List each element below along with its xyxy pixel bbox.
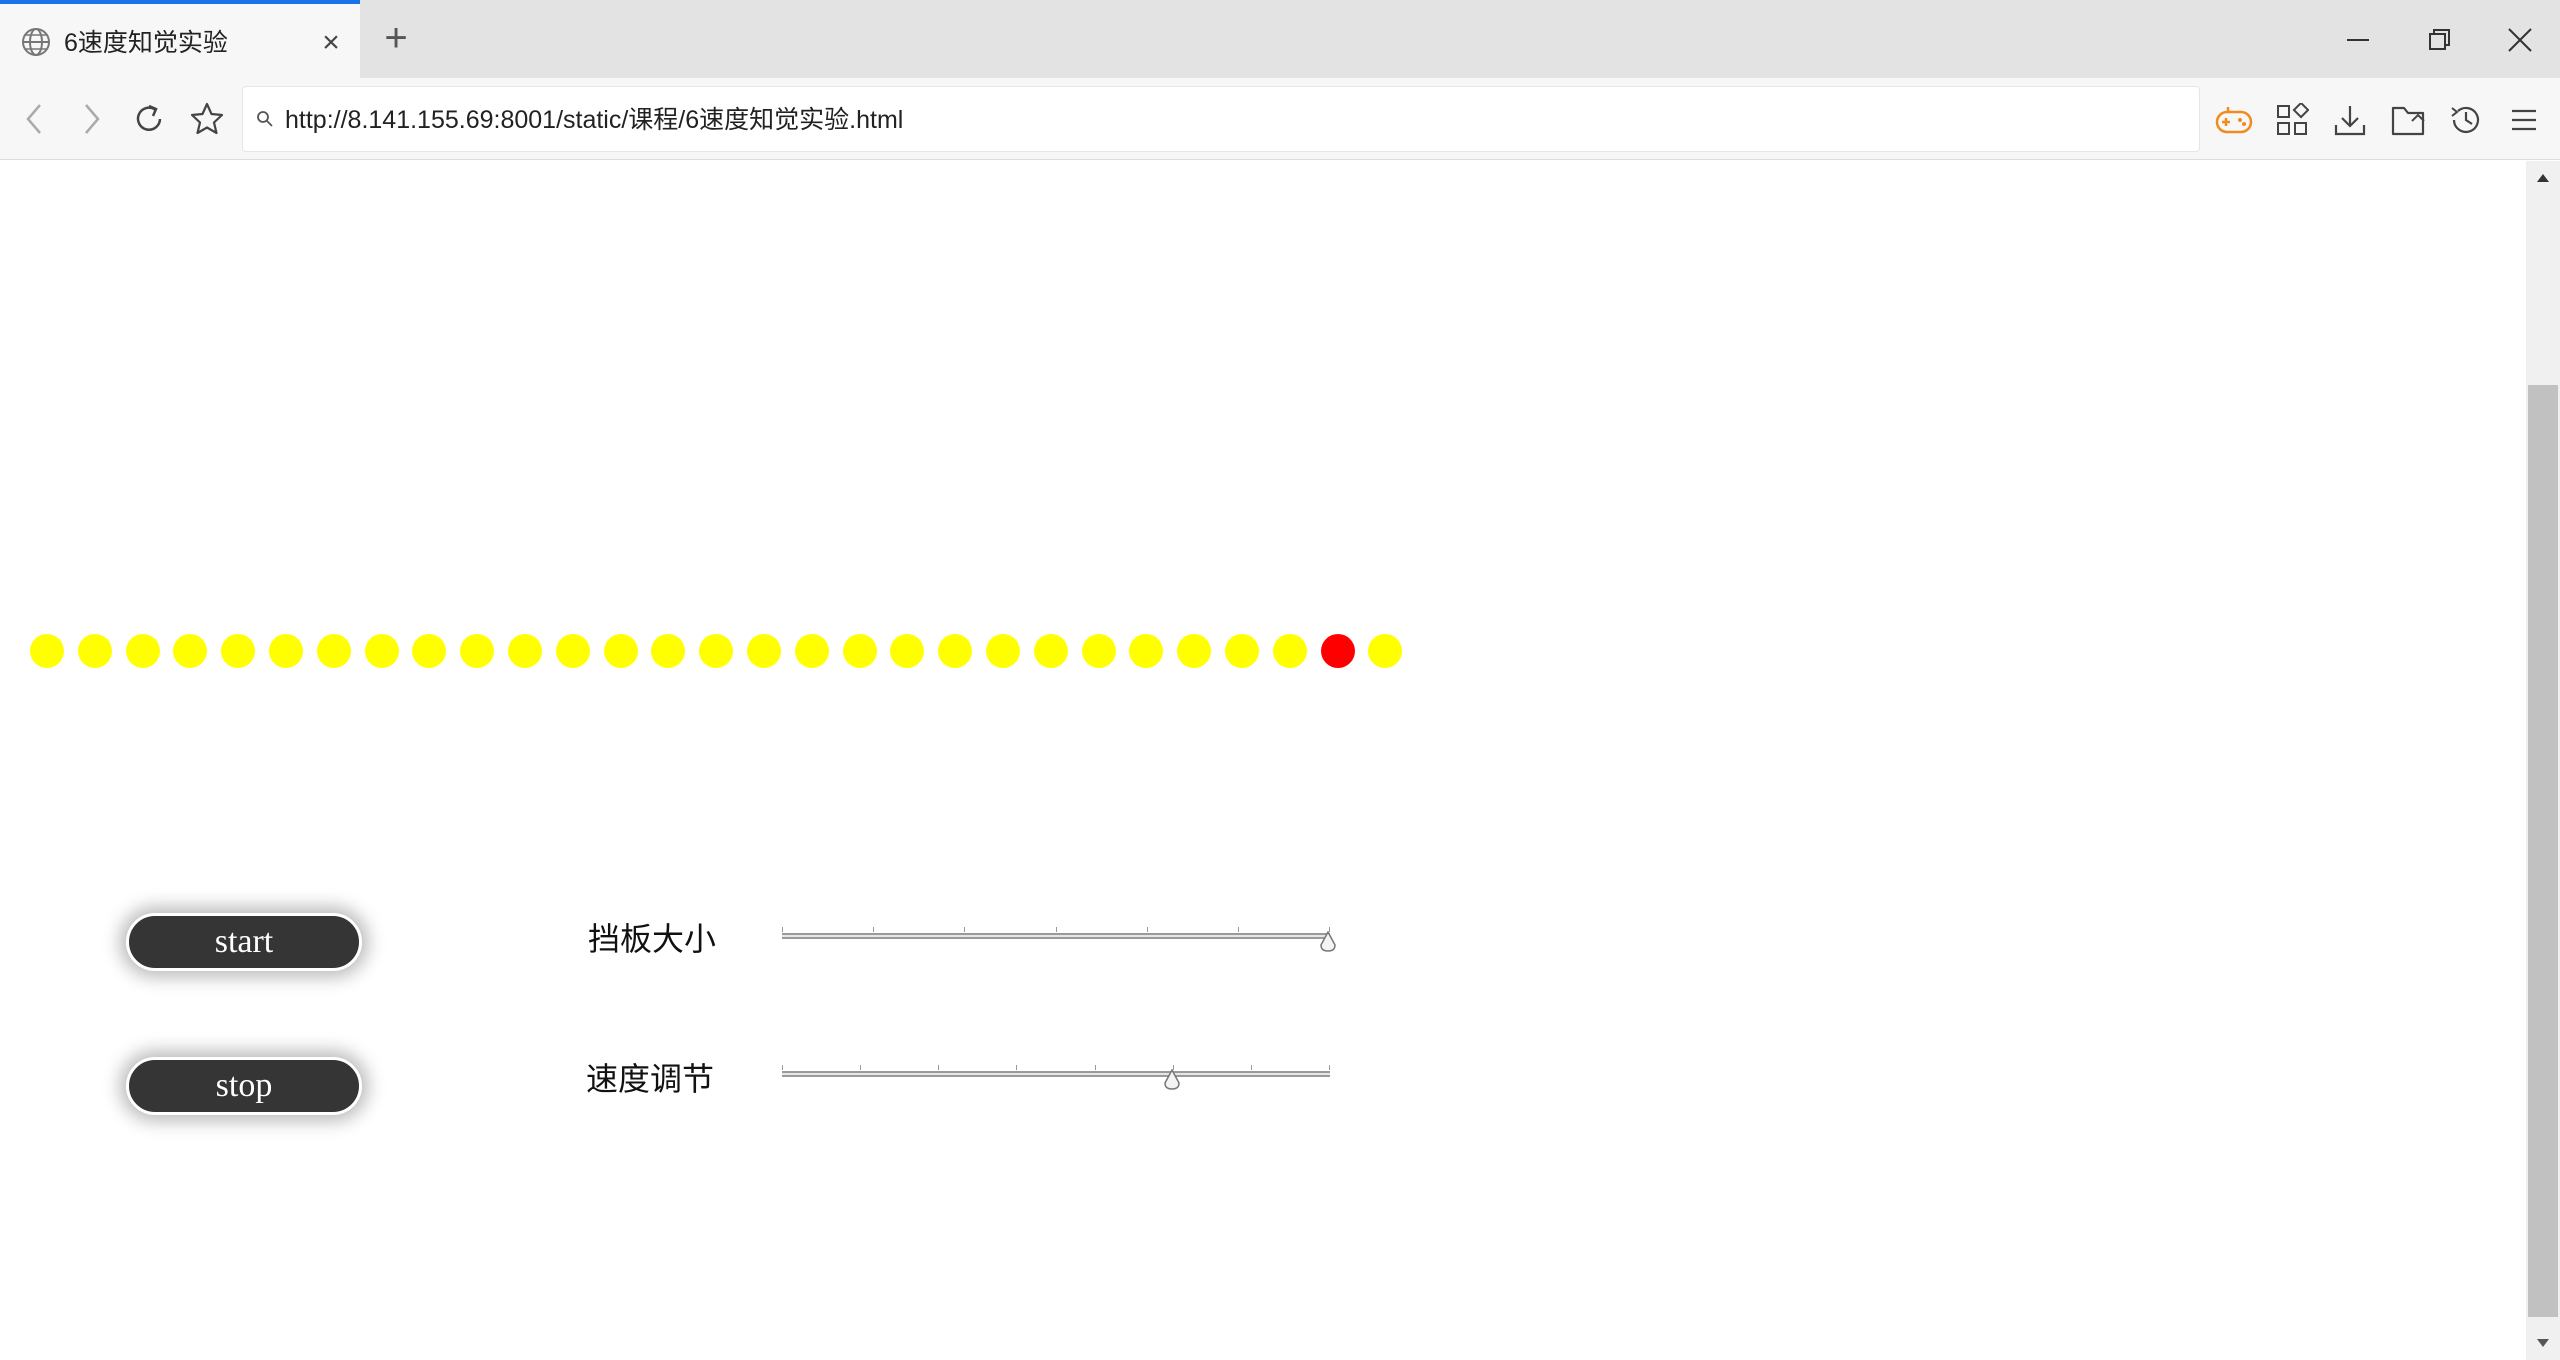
bookmark-star-icon[interactable] xyxy=(186,98,228,140)
address-bar[interactable]: http://8.141.155.69:8001/static/课程/6速度知觉… xyxy=(242,86,2200,152)
back-icon[interactable] xyxy=(14,98,56,140)
ball xyxy=(1368,634,1403,668)
gamepad-extension-icon[interactable] xyxy=(2214,100,2254,140)
ball xyxy=(985,634,1020,668)
ball xyxy=(699,634,734,668)
scrollbar-thumb[interactable] xyxy=(2528,385,2558,1317)
collections-folder-icon[interactable] xyxy=(2388,100,2428,140)
ball xyxy=(1129,634,1164,668)
slider-thumb[interactable] xyxy=(1162,1069,1182,1091)
slider-tick xyxy=(1055,927,1057,932)
ball xyxy=(794,634,829,668)
reload-icon[interactable] xyxy=(128,98,170,140)
ball xyxy=(412,634,447,668)
restore-icon[interactable] xyxy=(2420,20,2460,60)
slider-tick xyxy=(782,927,783,932)
ball xyxy=(268,634,303,668)
vertical-scrollbar[interactable] xyxy=(2526,161,2560,1360)
baffle-size-slider[interactable] xyxy=(782,923,1336,959)
ball xyxy=(221,634,256,668)
ball xyxy=(1272,634,1307,668)
ball xyxy=(842,634,877,668)
slider-tick xyxy=(873,927,875,932)
download-icon[interactable] xyxy=(2330,100,2370,140)
scroll-down-arrow-icon[interactable] xyxy=(2526,1326,2560,1360)
search-icon xyxy=(257,111,273,127)
slider-tick xyxy=(860,1065,862,1070)
scroll-up-arrow-icon[interactable] xyxy=(2526,161,2560,195)
slider-tick xyxy=(1329,1065,1330,1070)
ball xyxy=(460,634,495,668)
ball xyxy=(651,634,686,668)
ball xyxy=(30,634,64,668)
history-icon[interactable] xyxy=(2446,100,2486,140)
url-text[interactable]: http://8.141.155.69:8001/static/课程/6速度知觉… xyxy=(285,103,903,137)
ball xyxy=(1081,634,1116,668)
ball xyxy=(890,634,925,668)
slider-tick xyxy=(782,1065,783,1070)
ball xyxy=(1224,634,1259,668)
ball-row xyxy=(30,634,1403,668)
close-tab-icon[interactable]: × xyxy=(316,28,346,58)
speed-label: 速度调节 xyxy=(586,1060,715,1098)
slider-tick xyxy=(1237,927,1239,932)
ball xyxy=(603,634,638,668)
ball xyxy=(1033,634,1068,668)
ball xyxy=(1177,634,1212,668)
slider-tick xyxy=(1146,927,1148,932)
menu-icon[interactable] xyxy=(2504,100,2544,140)
page-content: start stop 挡板大小 速度调节 xyxy=(0,161,2526,1360)
ball xyxy=(173,634,208,668)
active-tab[interactable]: 6速度知觉实验 × xyxy=(0,0,360,78)
slider-tick xyxy=(1250,1065,1252,1070)
slider-tick xyxy=(964,927,966,932)
stop-button[interactable]: stop xyxy=(126,1057,362,1115)
minimize-icon[interactable] xyxy=(2338,20,2378,60)
new-tab-icon[interactable]: + xyxy=(378,18,414,58)
baffle-size-label: 挡板大小 xyxy=(588,920,717,958)
forward-icon[interactable] xyxy=(70,98,112,140)
tab-title: 6速度知觉实验 xyxy=(64,29,228,57)
ball xyxy=(938,634,973,668)
close-window-icon[interactable] xyxy=(2500,20,2540,60)
globe-icon xyxy=(22,28,50,56)
slider-track xyxy=(782,933,1330,939)
slider-tick xyxy=(1016,1065,1018,1070)
apps-grid-icon[interactable] xyxy=(2272,100,2312,140)
start-button[interactable]: start xyxy=(126,913,362,971)
ball xyxy=(507,634,542,668)
moving-ball-red xyxy=(1320,634,1355,668)
slider-thumb[interactable] xyxy=(1318,931,1338,953)
slider-track xyxy=(782,1071,1330,1077)
ball xyxy=(746,634,781,668)
slider-tick xyxy=(938,1065,940,1070)
ball xyxy=(316,634,351,668)
tab-strip: 6速度知觉实验 × + xyxy=(0,0,2560,78)
slider-tick xyxy=(1094,1065,1096,1070)
ball xyxy=(555,634,590,668)
speed-slider[interactable] xyxy=(782,1061,1330,1097)
browser-toolbar: http://8.141.155.69:8001/static/课程/6速度知觉… xyxy=(0,78,2560,160)
ball xyxy=(125,634,160,668)
ball xyxy=(364,634,399,668)
ball xyxy=(77,634,112,668)
